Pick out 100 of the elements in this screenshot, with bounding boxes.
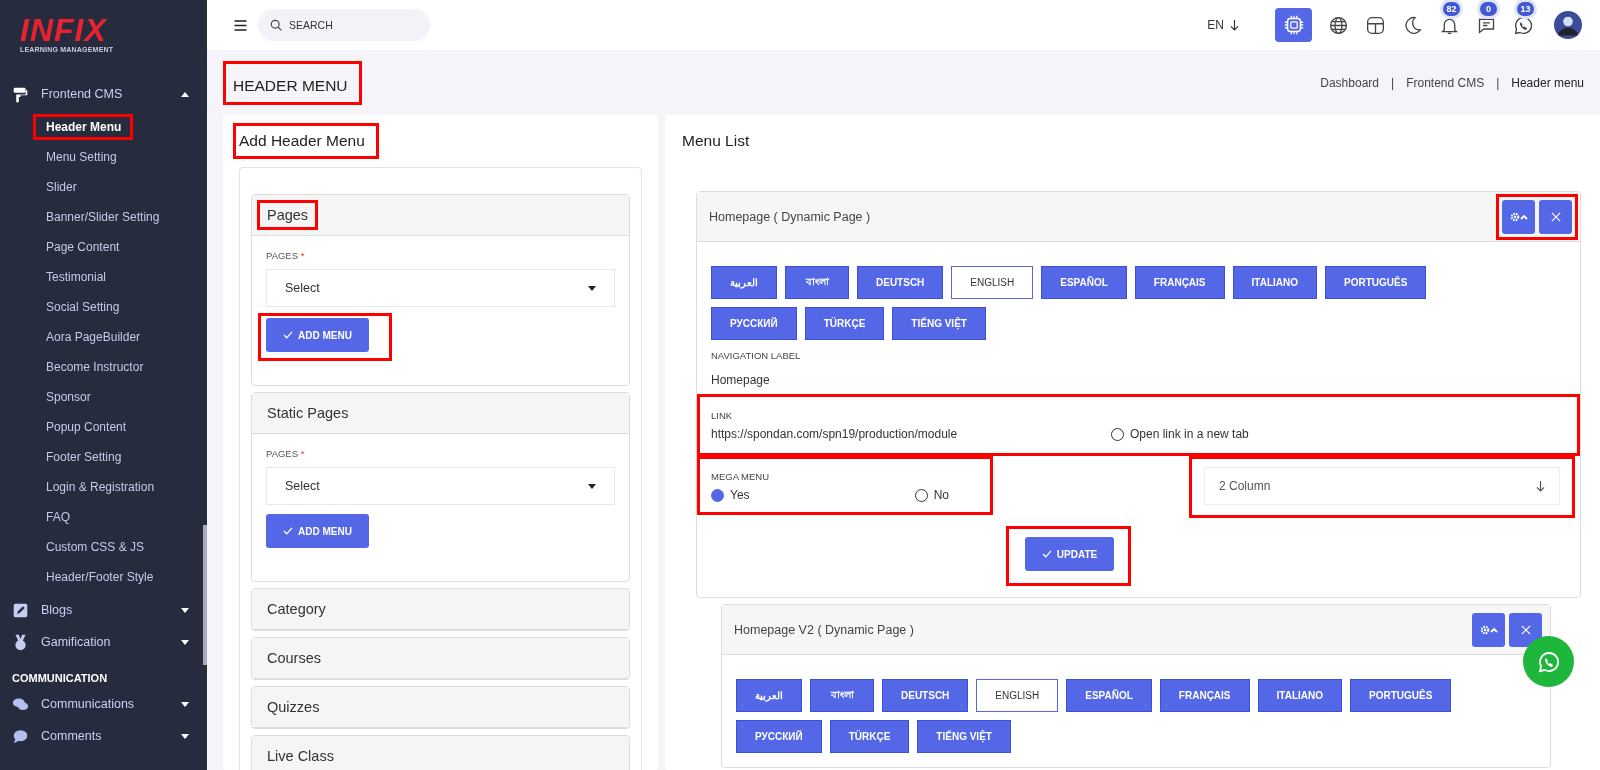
moon-icon[interactable] (1402, 14, 1423, 36)
scrollbar[interactable] (203, 525, 207, 665)
language-tab[interactable]: FRANÇAIS (1134, 266, 1225, 299)
sidebar-item[interactable]: Menu Setting (0, 142, 207, 172)
language-tab[interactable]: FRANÇAIS (1159, 679, 1250, 712)
close-icon (1520, 624, 1531, 635)
card-title: Add Header Menu (233, 123, 379, 159)
sidebar-item[interactable]: Page Content (0, 232, 207, 262)
language-tab[interactable]: ENGLISH (976, 679, 1059, 712)
sidebar-group-item[interactable]: Blogs (0, 594, 207, 626)
avatar[interactable] (1554, 11, 1582, 39)
column-select[interactable]: 2 Column (1204, 467, 1560, 505)
language-tab[interactable]: ESPAÑOL (1066, 679, 1152, 712)
language-tab[interactable]: TIẾNG VIỆT (892, 307, 986, 340)
sidebar-item[interactable]: FAQ (0, 502, 207, 532)
globe-icon[interactable] (1328, 14, 1349, 36)
language-dropdown[interactable]: EN (1201, 17, 1245, 33)
menu-icon[interactable] (233, 17, 248, 33)
chip-button[interactable] (1275, 8, 1312, 42)
language-tab[interactable]: ITALIANO (1232, 266, 1317, 299)
caret-icon (588, 483, 596, 489)
sidebar-item[interactable]: Header/Footer Style (0, 562, 207, 592)
close-button[interactable] (1539, 199, 1572, 234)
sidebar-item[interactable]: Slider (0, 172, 207, 202)
accordion-header[interactable]: Category (252, 589, 629, 630)
sidebar-item[interactable]: Banner/Slider Setting (0, 202, 207, 232)
sidebar-item[interactable]: Sponsor (0, 382, 207, 412)
settings-toggle-button[interactable] (1472, 612, 1505, 647)
sidebar-item[interactable]: Testimonial (0, 262, 207, 292)
comment-icon (12, 727, 29, 745)
field-label: MEGA MENU (711, 471, 771, 482)
sidebar-group-item[interactable]: Comments (0, 720, 207, 752)
language-tab[interactable]: العربية (736, 679, 802, 712)
language-tab[interactable]: РУССКИЙ (711, 307, 797, 340)
phone-chat-icon (1536, 649, 1561, 674)
accordion-header[interactable]: Static Pages (252, 393, 629, 434)
language-tab[interactable]: ENGLISH (951, 266, 1034, 299)
down-arrow-icon (1230, 19, 1239, 31)
navigation-label-field[interactable]: Homepage (711, 373, 1566, 387)
sidebar-section-heading: COMMUNICATION (11, 671, 109, 686)
card-title: Menu List (682, 131, 750, 151)
sidebar-group-item[interactable]: Frontend CMS (0, 78, 207, 110)
language-tab[interactable]: TÜRKÇE (829, 720, 910, 753)
settings-toggle-button[interactable] (1502, 199, 1535, 234)
caret-icon (588, 285, 596, 291)
section-title: Pages (257, 200, 319, 230)
language-tab[interactable]: বাংলা (785, 266, 849, 299)
layout-icon[interactable] (1365, 14, 1386, 36)
breadcrumb-separator: | (1496, 75, 1500, 90)
close-button[interactable] (1509, 612, 1542, 647)
language-tab[interactable]: PORTUGUÊS (1350, 679, 1452, 712)
sidebar-group-item[interactable]: Communications (0, 688, 207, 720)
sidebar-item[interactable]: Header Menu (33, 114, 134, 140)
down-arrow-icon (1536, 480, 1545, 492)
radio-option[interactable]: Yes (711, 488, 750, 502)
check-icon (283, 527, 293, 535)
section-title: Quizzes (266, 698, 321, 717)
accordion-header[interactable]: Courses (252, 638, 629, 679)
breadcrumb-separator: | (1391, 75, 1395, 90)
medal-icon (12, 633, 29, 651)
field-label: PAGES * (266, 250, 306, 261)
breadcrumb-link[interactable]: Dashboard (1320, 75, 1379, 90)
breadcrumb-link[interactable]: Frontend CMS (1406, 75, 1485, 90)
language-tab[interactable]: PORTUGUÊS (1325, 266, 1427, 299)
close-icon (1550, 211, 1561, 222)
sidebar-item[interactable]: Aora PageBuilder (0, 322, 207, 352)
sidebar-item[interactable]: Custom CSS & JS (0, 532, 207, 562)
sidebar-group-item[interactable]: Gamification (0, 626, 207, 658)
language-tab[interactable]: ESPAÑOL (1041, 266, 1127, 299)
language-tab[interactable]: ITALIANO (1257, 679, 1342, 712)
pages-select[interactable]: Select (266, 467, 615, 505)
accordion-header[interactable]: Quizzes (252, 687, 629, 728)
accordion-header[interactable]: Live Class (252, 736, 629, 770)
new-tab-checkbox[interactable]: Open link in a new tab (1111, 427, 1249, 441)
language-tab[interactable]: TÜRKÇE (804, 307, 885, 340)
menu-item-title: Homepage ( Dynamic Page ) (709, 209, 871, 224)
language-tab[interactable]: العربية (711, 266, 777, 299)
language-tab[interactable]: বাংলা (810, 679, 874, 712)
link-field[interactable]: https://spondan.com/spn19/production/module (711, 427, 1111, 441)
field-label: LINK (711, 410, 734, 421)
sidebar-item[interactable]: Become Instructor (0, 352, 207, 382)
sidebar-item[interactable]: Popup Content (0, 412, 207, 442)
menu-item-title: Homepage V2 ( Dynamic Page ) (734, 622, 914, 637)
section-title: Live Class (266, 747, 335, 766)
check-icon (1041, 550, 1052, 558)
check-icon (283, 331, 293, 339)
search-field[interactable]: SEARCH (258, 9, 430, 41)
language-tab[interactable]: DEUTSCH (882, 679, 969, 712)
pages-select[interactable]: Select (266, 269, 615, 307)
language-tab[interactable]: DEUTSCH (857, 266, 944, 299)
language-tab[interactable]: РУССКИЙ (736, 720, 822, 753)
accordion-header[interactable]: Pages (252, 195, 629, 236)
language-tab[interactable]: TIẾNG VIỆT (917, 720, 1011, 753)
update-button[interactable]: UPDATE (1024, 537, 1115, 571)
sidebar-item[interactable]: Login & Registration (0, 472, 207, 502)
sidebar-item[interactable]: Footer Setting (0, 442, 207, 472)
sidebar-item[interactable]: Social Setting (0, 292, 207, 322)
add-menu-button[interactable]: ADD MENU (266, 514, 369, 548)
add-menu-button[interactable]: ADD MENU (266, 318, 369, 352)
radio-option[interactable]: No (914, 488, 949, 502)
